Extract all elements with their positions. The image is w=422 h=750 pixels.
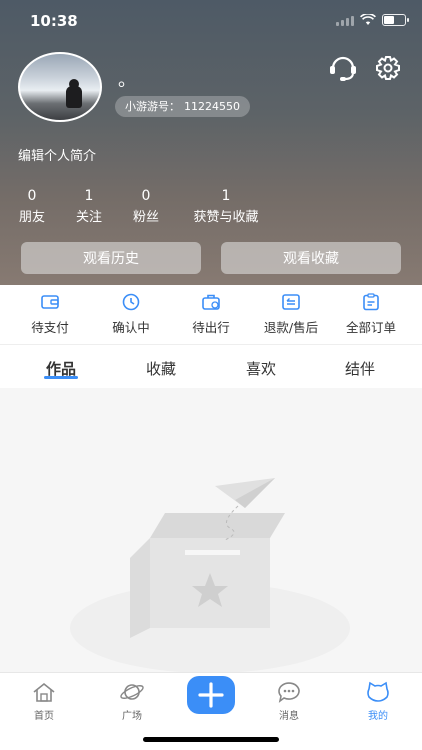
tab-likes[interactable]: 喜欢: [221, 358, 301, 379]
home-icon: [33, 682, 55, 702]
order-to-travel[interactable]: 待出行: [169, 293, 253, 336]
clock-icon: [122, 293, 140, 311]
order-refund[interactable]: 退款/售后: [249, 293, 333, 336]
order-confirming[interactable]: 确认中: [89, 293, 173, 336]
tab-companions[interactable]: 结伴: [320, 358, 400, 379]
signal-icon: [336, 15, 354, 26]
order-label: 待出行: [192, 320, 230, 335]
battery-icon: [382, 14, 409, 26]
order-all[interactable]: 全部订单: [329, 293, 413, 336]
content-tabs: 作品 收藏 喜欢 结伴: [0, 350, 422, 386]
tabbar-square[interactable]: 广场: [102, 681, 162, 722]
order-label: 全部订单: [345, 320, 396, 335]
suitcase-icon: [202, 294, 220, 310]
stat-fans[interactable]: 0 粉丝: [122, 188, 170, 225]
stat-friends[interactable]: 0 朋友: [8, 188, 56, 225]
tabbar-label: 消息: [279, 711, 299, 722]
empty-box-illustration: [70, 478, 350, 672]
tabbar-messages[interactable]: 消息: [259, 681, 319, 722]
plus-icon: [198, 682, 224, 708]
watch-favorites-button[interactable]: 观看收藏: [221, 242, 401, 274]
refund-icon: [282, 294, 300, 310]
create-post-button[interactable]: [187, 676, 235, 714]
stat-label: 朋友: [18, 210, 45, 225]
cat-face-icon: [367, 681, 389, 702]
profile-header: 10:38 。 小游游号： 11224550 编辑个人简介 0 朋友 1 关注 …: [0, 0, 422, 285]
active-tab-indicator: [44, 376, 78, 379]
tabbar-home[interactable]: 首页: [14, 681, 74, 722]
stat-likes-favorites[interactable]: 1 获赞与收藏: [185, 188, 267, 225]
edit-intro-link[interactable]: 编辑个人简介: [18, 145, 96, 164]
wifi-icon: [360, 14, 376, 25]
uid-label: 小游游号：: [125, 100, 180, 113]
tabbar-label: 我的: [368, 711, 388, 722]
chat-icon: [278, 682, 300, 703]
tabbar-label: 广场: [122, 711, 142, 722]
status-icons: [336, 14, 409, 26]
stat-count: 1: [84, 188, 94, 204]
stat-label: 关注: [75, 210, 102, 225]
status-bar: 10:38: [0, 0, 422, 44]
customer-service-icon[interactable]: [328, 54, 358, 82]
uid-badge[interactable]: 小游游号： 11224550: [115, 96, 250, 117]
home-indicator: [143, 737, 279, 742]
uid-value: 11224550: [184, 100, 240, 113]
watch-history-button[interactable]: 观看历史: [21, 242, 201, 274]
stat-count: 0: [141, 188, 151, 204]
settings-gear-icon[interactable]: [373, 54, 403, 82]
stat-following[interactable]: 1 关注: [65, 188, 113, 225]
clipboard-icon: [363, 293, 379, 311]
order-pending-payment[interactable]: 待支付: [8, 293, 92, 336]
stat-count: 1: [221, 188, 231, 204]
order-label: 退款/售后: [263, 320, 319, 335]
status-time: 10:38: [30, 12, 78, 30]
stat-label: 粉丝: [132, 210, 159, 225]
stat-count: 0: [27, 188, 37, 204]
order-label: 待支付: [31, 320, 69, 335]
stat-label: 获赞与收藏: [193, 210, 259, 225]
avatar[interactable]: [18, 52, 102, 122]
order-label: 确认中: [112, 320, 150, 335]
planet-icon: [120, 684, 144, 700]
content-area: [0, 388, 422, 672]
tab-favorites[interactable]: 收藏: [121, 358, 201, 379]
wallet-icon: [41, 295, 59, 309]
tabbar-mine[interactable]: 我的: [348, 681, 408, 722]
nickname: 。: [118, 70, 136, 91]
tabbar-label: 首页: [34, 711, 54, 722]
order-shortcuts: 待支付 确认中 待出行 退款/售后 全部订单: [0, 285, 422, 345]
